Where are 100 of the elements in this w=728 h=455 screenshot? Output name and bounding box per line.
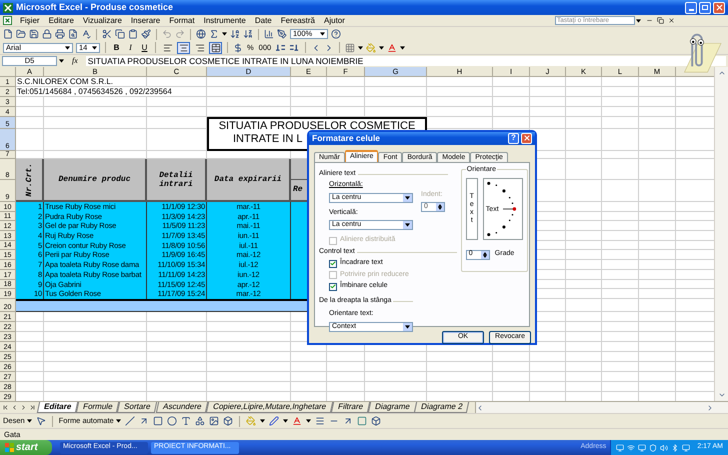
printer-icon[interactable]: [55, 29, 65, 39]
menu-item[interactable]: Vizualizare: [78, 14, 126, 26]
function-label[interactable]: fx: [66, 55, 84, 67]
minimize-icon[interactable]: [646, 17, 653, 24]
cut-icon[interactable]: [102, 29, 112, 39]
pointer-icon[interactable]: [36, 416, 46, 426]
close-button[interactable]: [521, 132, 532, 144]
close-button[interactable]: [713, 2, 725, 14]
shapes-icon[interactable]: [194, 416, 205, 426]
oval-icon[interactable]: [166, 416, 177, 426]
scroll-down-icon[interactable]: [718, 391, 726, 399]
line-color-icon[interactable]: [268, 416, 279, 426]
menu-item[interactable]: Date: [250, 14, 276, 26]
decrease-decimal-icon[interactable]: [289, 43, 300, 52]
sheet-tab[interactable]: Diagrame 2: [414, 402, 470, 413]
tray-icon[interactable]: [616, 444, 624, 452]
tray-icon[interactable]: [660, 444, 668, 452]
tray-icon[interactable]: [627, 444, 636, 452]
menu-item[interactable]: Format: [165, 14, 199, 26]
copy-icon[interactable]: [115, 29, 125, 39]
menu-item[interactable]: Editare: [44, 14, 78, 26]
format-painter-icon[interactable]: [141, 29, 151, 39]
formula-field[interactable]: SITUATIA PRODUSELOR COSMETICE INTRATE IN LUNA NOIEMBRIE: [86, 56, 726, 66]
menu-item[interactable]: Fişier: [16, 14, 44, 26]
text-style-button[interactable]: B: [111, 42, 122, 53]
help-icon[interactable]: [331, 29, 341, 39]
tray-icon[interactable]: [638, 444, 646, 452]
checkbox[interactable]: [329, 282, 337, 290]
drawing-icon[interactable]: [277, 29, 287, 39]
dropdown-arrow-button[interactable]: [403, 322, 412, 331]
shadow-icon[interactable]: [356, 416, 367, 426]
font-color-icon[interactable]: [292, 416, 302, 426]
column-heading-cell: Detalii intrari: [147, 159, 207, 202]
sheet-tab[interactable]: Ascundere: [156, 402, 208, 413]
first-sheet-icon[interactable]: [2, 404, 9, 411]
menu-item[interactable]: Ajutor: [320, 14, 349, 26]
picture-icon[interactable]: [208, 416, 219, 426]
tray-icon[interactable]: [682, 444, 690, 452]
menu-item[interactable]: Inserare: [126, 14, 164, 26]
sort-descending-icon[interactable]: [243, 29, 253, 39]
lock-icon[interactable]: [42, 29, 52, 39]
alignment-button[interactable]: [161, 42, 174, 54]
arrow-style-icon[interactable]: [342, 416, 353, 426]
sheet-tab[interactable]: Editare: [36, 402, 78, 413]
text-style-button[interactable]: U: [139, 42, 150, 53]
alignment-button[interactable]: [177, 42, 190, 54]
alignment-button[interactable]: [193, 42, 206, 54]
fill-color-icon[interactable]: [366, 42, 376, 52]
paste-icon[interactable]: [128, 29, 138, 39]
sheet-tab[interactable]: Copiere,Lipire,Mutare,Inghetare: [206, 402, 334, 413]
restore-button[interactable]: [699, 2, 711, 14]
sheet-tab[interactable]: Diagrame: [368, 402, 417, 413]
line-style-icon[interactable]: [314, 416, 325, 426]
restore-icon[interactable]: [657, 17, 664, 24]
sort-ascending-icon[interactable]: [230, 29, 240, 39]
rectangle-icon[interactable]: [152, 416, 163, 426]
spin-buttons[interactable]: [480, 250, 489, 258]
menu-item[interactable]: Instrumente: [200, 14, 250, 26]
new-document-icon[interactable]: [3, 29, 13, 39]
increase-decimal-icon[interactable]: [275, 43, 286, 52]
text-box-icon[interactable]: [180, 416, 191, 426]
text-style-button[interactable]: I: [125, 42, 136, 53]
sheet-tab[interactable]: Sortare: [117, 402, 158, 413]
scroll-right-icon[interactable]: [706, 404, 714, 412]
print-preview-icon[interactable]: [68, 29, 78, 39]
minimize-button[interactable]: [685, 2, 697, 14]
folder-icon[interactable]: [16, 29, 26, 39]
chart-icon[interactable]: [264, 29, 274, 39]
vertical-scrollbar[interactable]: [714, 67, 728, 401]
font-color-icon[interactable]: [387, 42, 398, 52]
checkbox[interactable]: [329, 260, 337, 268]
close-icon[interactable]: [668, 17, 675, 24]
borders-icon[interactable]: [345, 42, 356, 52]
document-icon[interactable]: [3, 16, 12, 25]
three-d-icon[interactable]: [370, 416, 381, 426]
tray-icon[interactable]: [671, 444, 680, 452]
line-icon[interactable]: [124, 416, 135, 426]
dropdown-arrow-button[interactable]: [403, 194, 412, 202]
fill-color-icon[interactable]: [246, 416, 256, 426]
dropdown-arrow-button[interactable]: [403, 221, 412, 230]
sheet-tab[interactable]: Filtrare: [330, 402, 370, 413]
alignment-button[interactable]: [209, 42, 222, 54]
sheet-tab[interactable]: Formule: [76, 402, 120, 413]
help-button[interactable]: ?: [508, 132, 519, 144]
cube-icon[interactable]: [222, 416, 233, 426]
spelling-icon[interactable]: [81, 29, 91, 39]
arrow-icon[interactable]: [138, 416, 149, 426]
save-icon[interactable]: [29, 29, 39, 39]
menu-item[interactable]: Fereastră: [276, 14, 319, 26]
spin-buttons[interactable]: [436, 202, 444, 211]
currency-icon[interactable]: [233, 42, 243, 52]
next-sheet-icon[interactable]: [20, 404, 27, 411]
sum-icon[interactable]: [209, 29, 219, 39]
horizontal-scrollbar[interactable]: [474, 402, 728, 413]
previous-sheet-icon[interactable]: [11, 404, 18, 411]
scroll-up-icon[interactable]: [718, 69, 726, 77]
tray-icon[interactable]: [649, 444, 658, 452]
last-sheet-icon[interactable]: [29, 404, 36, 411]
cell-text: S.C.NILOREX COM S.R.L.: [17, 77, 114, 86]
globe-icon[interactable]: [196, 29, 206, 39]
